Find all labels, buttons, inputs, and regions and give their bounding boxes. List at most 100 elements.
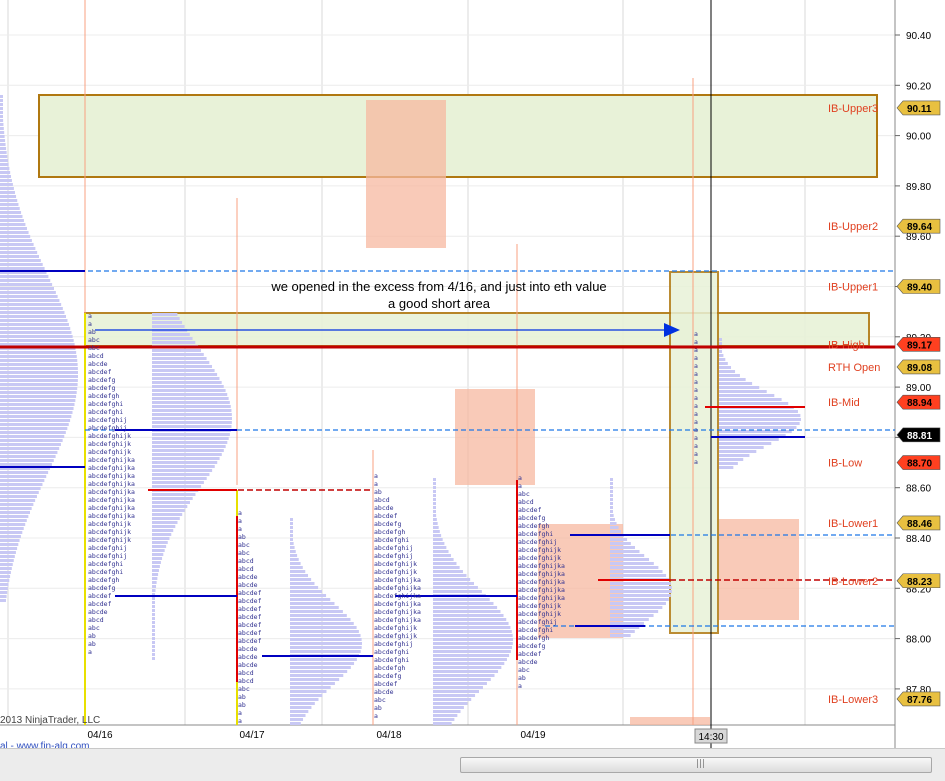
profile-bar [0, 559, 14, 562]
profile-bar [0, 259, 41, 262]
profile-bar [152, 589, 156, 592]
profile-bar [719, 402, 789, 405]
tpo-letters: abcdefghijka [374, 584, 421, 592]
price-badge-label: 88.70 [907, 459, 932, 470]
profile-bar [152, 349, 201, 352]
profile-bar [290, 682, 335, 685]
tpo-letters: ab [238, 693, 246, 701]
profile-bar [152, 357, 207, 360]
tpo-letters: abcdefghi [88, 560, 123, 568]
profile-bar [0, 599, 7, 602]
profile-bar [290, 650, 361, 653]
profile-bar [152, 529, 174, 532]
profile-bar [433, 722, 452, 725]
profile-bar [433, 574, 467, 577]
profile-bar [152, 321, 183, 324]
profile-bar [433, 542, 445, 545]
tpo-letters: ab [88, 632, 96, 640]
tpo-letters: abc [374, 696, 386, 704]
profile-bar [0, 143, 6, 146]
tpo-letters: abcdefghijka [88, 464, 135, 472]
level-label: IB-Lower1 [828, 518, 878, 530]
profile-bar [152, 597, 155, 600]
profile-bar [0, 535, 21, 538]
profile-bar [0, 567, 12, 570]
profile-bar [433, 686, 483, 689]
profile-bar [0, 315, 67, 318]
tpo-letters: ab [374, 704, 382, 712]
profile-bar [152, 333, 190, 336]
tpo-letters: abc [238, 549, 250, 557]
profile-bar [433, 610, 501, 613]
price-badge-label: 88.81 [907, 431, 932, 442]
profile-bar [433, 570, 463, 573]
profile-bar [610, 494, 613, 497]
profile-bar [433, 606, 498, 609]
profile-bar [0, 263, 43, 266]
profile-bar [0, 195, 17, 198]
profile-bar [0, 243, 34, 246]
profile-bar [610, 582, 671, 585]
profile-bar [433, 498, 436, 501]
price-tick-label: 89.00 [906, 383, 931, 394]
profile-bar [0, 319, 68, 322]
horizontal-scrollbar[interactable]: ||| [0, 748, 945, 781]
tpo-letters: ab [374, 488, 382, 496]
profile-bar [152, 369, 215, 372]
profile-bar [0, 231, 29, 234]
chart-area[interactable]: aaababcabcabcdabcdeabcdefabcdefgabcdefga… [0, 0, 945, 780]
profile-bar [719, 454, 750, 457]
profile-bar [152, 373, 218, 376]
tpo-letters: abcdef [238, 637, 262, 645]
profile-bar [433, 622, 509, 625]
tpo-letters: abcdefgh [518, 522, 549, 530]
profile-bar [433, 650, 511, 653]
tpo-letters: a [694, 378, 698, 386]
profile-bar [290, 610, 343, 613]
profile-bar [433, 506, 436, 509]
profile-bar [152, 581, 157, 584]
tpo-letters: a [238, 717, 242, 725]
profile-bar [152, 437, 229, 440]
profile-bar [152, 521, 178, 524]
tpo-letters: abcdefghijka [88, 456, 135, 464]
profile-bar [0, 403, 75, 406]
profile-bar [0, 95, 3, 98]
profile-bar [610, 514, 614, 517]
profile-bar [0, 495, 37, 498]
excess-box [366, 100, 446, 248]
tpo-letters: abcde [88, 608, 108, 616]
profile-bar [0, 443, 61, 446]
tpo-letters: abcdef [238, 621, 262, 629]
tpo-letters: abcdefghijk [88, 448, 131, 456]
profile-bar [433, 682, 487, 685]
profile-bar [433, 478, 436, 481]
profile-bar [0, 131, 5, 134]
tpo-letters: abcdefghijka [518, 586, 565, 594]
profile-bar [0, 455, 56, 458]
profile-bar [290, 606, 339, 609]
tpo-letters: abcdefghijka [518, 570, 565, 578]
profile-bar [433, 690, 479, 693]
profile-bar [290, 582, 315, 585]
price-badge-label: 88.46 [907, 519, 932, 530]
tpo-letters: abcdef [374, 512, 398, 520]
profile-bar [0, 223, 26, 226]
profile-bar [152, 513, 183, 516]
tpo-letters: abcdefghij [88, 552, 127, 560]
profile-bar [0, 419, 71, 422]
tpo-letters: abcdefghi [374, 648, 409, 656]
tpo-letters: a [88, 312, 92, 320]
tpo-letters: ab [88, 640, 96, 648]
tpo-letters: abcdefghij [88, 416, 127, 424]
profile-bar [610, 570, 663, 573]
profile-bar [290, 678, 340, 681]
scrollbar-thumb[interactable]: ||| [460, 757, 932, 773]
profile-bar [152, 525, 176, 528]
profile-bar [0, 515, 29, 518]
profile-bar [290, 706, 312, 709]
profile-bar [0, 571, 11, 574]
profile-bar [0, 139, 6, 142]
profile-bar [719, 418, 801, 421]
tpo-letters: abcd [238, 677, 254, 685]
